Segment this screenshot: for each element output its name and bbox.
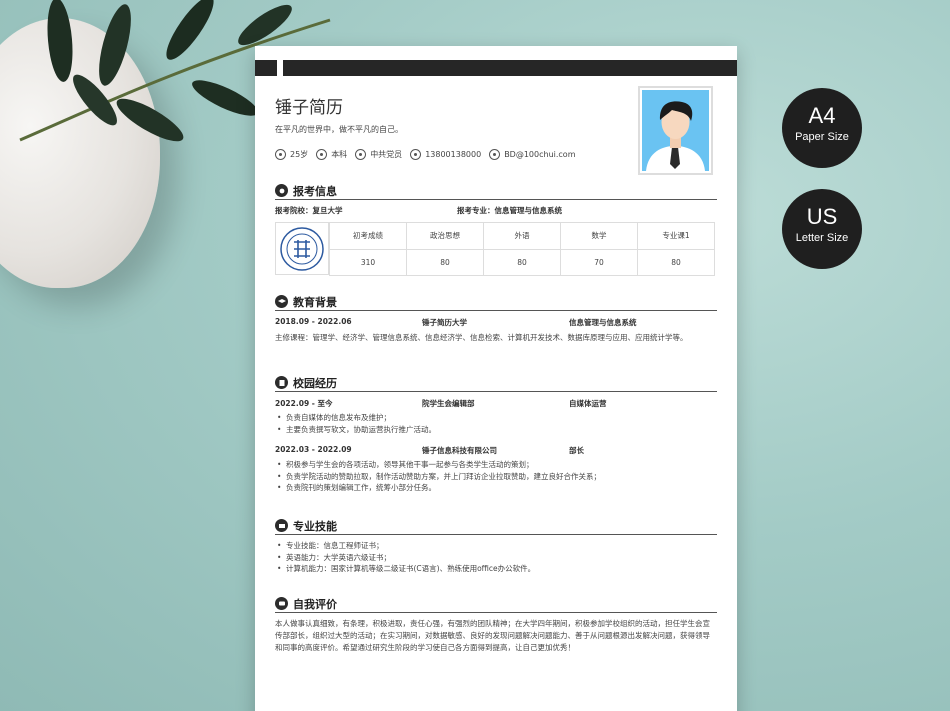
section-skills: 专业技能 专业技能：信息工程师证书； 英语能力：大学英语六级证书； 计算机能力：…	[275, 519, 717, 575]
list-item: 专业技能：信息工程师证书；	[275, 540, 717, 552]
campus-entry-header: 2022.03 - 2022.09 锤子信息科技有限公司 部长	[275, 445, 584, 455]
personal-info-row: 25岁 本科 中共党员 13800138000 BD@100chui.com	[275, 149, 584, 160]
score-table: 初考成绩 政治思想 外语 数学 专业课1 310 80 80 70 80	[275, 222, 717, 276]
certificate-icon	[275, 519, 288, 532]
list-item: 负责学院活动的赞助拉取，制作活动赞助方案，并上门拜访企业拉取赞助，建立良好合作关…	[275, 471, 717, 483]
section-self-evaluation: 自我评价 本人做事认真细致，有条理，积极进取，责任心强，有强烈的团队精神；在大学…	[275, 597, 717, 654]
table-cell: 70	[560, 248, 638, 276]
flag-icon	[355, 149, 367, 160]
section-title: 校园经历	[293, 376, 337, 390]
apply-major: 报考专业：信息管理与信息系统	[457, 206, 562, 215]
section-title: 报考信息	[293, 184, 337, 198]
list-item: 英语能力：大学英语六级证书；	[275, 552, 717, 564]
section-campus: 校园经历 2022.09 - 至今 院学生会编辑部 自媒体运营 负责自媒体的信息…	[275, 376, 717, 494]
section-apply: 报考信息 报考院校：复旦大学 报考专业：信息管理与信息系统 初考成绩 政治思想 …	[275, 184, 717, 276]
resume-motto: 在平凡的世界中，做不平凡的自己。	[275, 125, 403, 134]
table-header-cell: 专业课1	[637, 222, 715, 250]
a4-paper-size-badge: A4 Paper Size	[782, 88, 862, 168]
table-header-cell: 数学	[560, 222, 638, 250]
edu-period: 2018.09 - 2022.06	[275, 317, 352, 326]
phone-icon	[410, 149, 422, 160]
section-title: 教育背景	[293, 295, 337, 309]
list-item: 主要负责撰写软文，协助运营执行推广活动。	[275, 424, 717, 436]
table-cell: 80	[406, 248, 484, 276]
edu-school: 锤子简历大学	[422, 318, 467, 327]
badge-a4-label: A4	[808, 103, 836, 128]
campus-entry-list: 负责自媒体的信息发布及维护； 主要负责撰写软文，协助运营执行推广活动。	[275, 412, 717, 435]
comment-icon	[275, 597, 288, 610]
email-icon	[489, 149, 501, 160]
university-seal	[275, 222, 329, 275]
graduation-cap-icon	[275, 295, 288, 308]
info-email: BD@100chui.com	[489, 149, 576, 160]
list-item: 计算机能力：国家计算机等级二级证书(C语言)、熟练使用office办公软件。	[275, 563, 717, 575]
table-row: 初考成绩 政治思想 外语 数学 专业课1	[329, 222, 715, 250]
user-icon	[316, 149, 328, 160]
badge-us-label: US	[806, 204, 838, 229]
self-evaluation-text: 本人做事认真细致，有条理，积极进取，责任心强，有强烈的团队精神；在大学四年期间，…	[275, 619, 710, 652]
edu-major: 信息管理与信息系统	[569, 318, 637, 327]
badge-a4-caption: Paper Size	[795, 131, 849, 143]
chart-icon	[275, 149, 286, 160]
apply-school: 报考院校：复旦大学	[275, 206, 343, 215]
campus-entry-header: 2022.09 - 至今 院学生会编辑部 自媒体运营	[275, 399, 607, 408]
hand-icon	[275, 184, 288, 197]
building-icon	[275, 376, 288, 389]
us-letter-size-badge: US Letter Size	[782, 189, 862, 269]
profile-photo	[638, 86, 713, 175]
table-cell: 80	[637, 248, 715, 276]
table-header-cell: 外语	[483, 222, 561, 250]
table-cell: 80	[483, 248, 561, 276]
badge-us-caption: Letter Size	[795, 232, 849, 244]
section-title: 专业技能	[293, 519, 337, 533]
table-header-cell: 初考成绩	[329, 222, 407, 250]
header-bar	[255, 60, 737, 76]
list-item: 积极参与学生会的各项活动，领导其他干事一起参与各类学生活动的策划；	[275, 459, 717, 471]
info-age: 25岁	[275, 149, 308, 160]
section-education: 教育背景 2018.09 - 2022.06 锤子简历大学 信息管理与信息系统 …	[275, 295, 717, 344]
campus-entry-list: 积极参与学生会的各项活动，领导其他干事一起参与各类学生活动的策划； 负责学院活动…	[275, 459, 717, 494]
info-political: 中共党员	[355, 149, 402, 160]
table-cell: 310	[329, 248, 407, 276]
edu-courses: 主修课程：管理学、经济学、管理信息系统、信息经济学、信息检索、计算机开发技术、数…	[275, 333, 688, 342]
resume-paper: 锤子简历 在平凡的世界中，做不平凡的自己。 25岁 本科 中共党员 138001…	[255, 46, 737, 711]
university-seal-icon	[280, 226, 324, 271]
table-row: 310 80 80 70 80	[329, 248, 715, 276]
skills-list: 专业技能：信息工程师证书； 英语能力：大学英语六级证书； 计算机能力：国家计算机…	[275, 540, 717, 575]
table-header-cell: 政治思想	[406, 222, 484, 250]
info-phone: 13800138000	[410, 149, 481, 160]
section-title: 自我评价	[293, 597, 337, 611]
avatar	[642, 90, 709, 171]
list-item: 负责自媒体的信息发布及维护；	[275, 412, 717, 424]
resume-name: 锤子简历	[275, 98, 343, 118]
info-degree: 本科	[316, 149, 347, 160]
list-item: 负责院刊的策划编辑工作，统筹小部分任务。	[275, 482, 717, 494]
